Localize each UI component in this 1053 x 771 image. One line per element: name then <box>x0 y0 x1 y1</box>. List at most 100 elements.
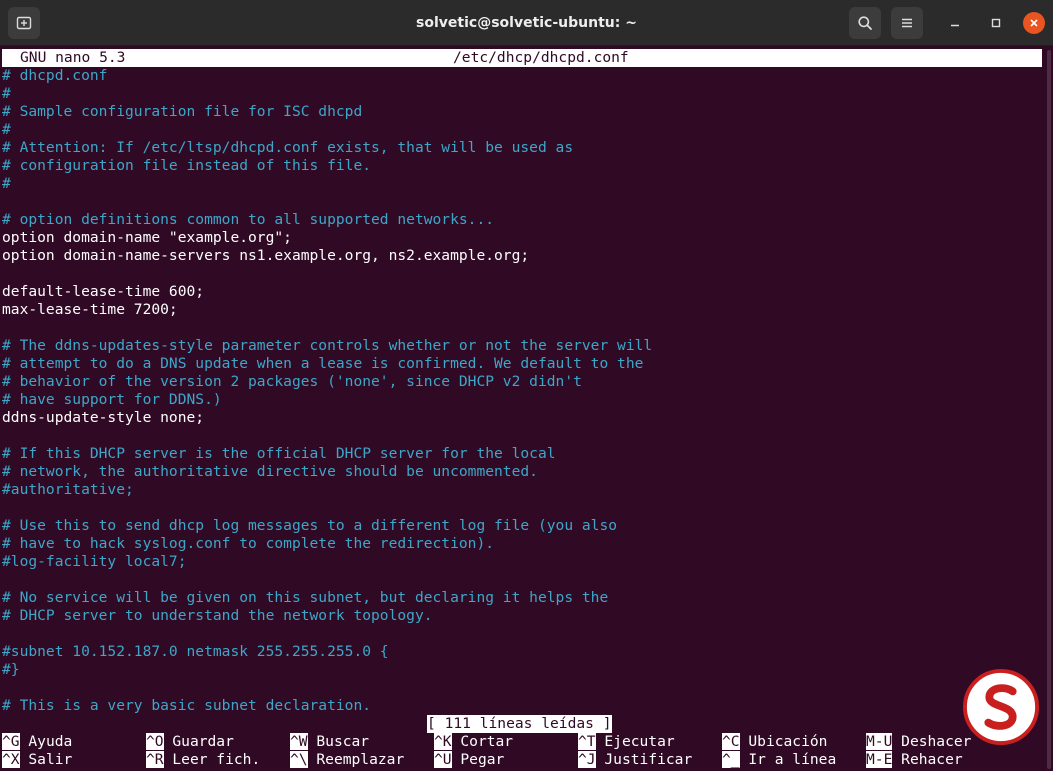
shortcut-item: ^X Salir <box>2 751 72 769</box>
close-icon <box>1030 19 1038 27</box>
shortcut-key: ^R <box>146 751 164 768</box>
editor-line[interactable]: # behavior of the version 2 packages ('n… <box>2 373 1042 391</box>
shortcut-item: ^R Leer fich. <box>146 751 260 769</box>
editor-line[interactable]: max-lease-time 7200; <box>2 301 1042 319</box>
shortcut-label: Cortar <box>460 733 514 750</box>
shortcut-label: Justificar <box>604 751 693 768</box>
editor-line[interactable]: option domain-name "example.org"; <box>2 229 1042 247</box>
editor-line[interactable]: # This is a very basic subnet declaratio… <box>2 697 1042 715</box>
shortcut-key: M-E <box>866 751 893 768</box>
shortcut-label: Ayuda <box>28 733 73 750</box>
shortcut-item: M-E Rehacer <box>866 751 963 769</box>
shortcut-key: ^U <box>434 751 452 768</box>
editor-line[interactable] <box>2 193 1042 211</box>
nano-version: GNU nano 5.3 <box>20 49 126 66</box>
shortcut-key: M-U <box>866 733 893 750</box>
search-button[interactable] <box>849 7 881 39</box>
editor-line[interactable]: # have support for DDNS.) <box>2 391 1042 409</box>
shortcut-key: ^T <box>578 733 596 750</box>
editor-line[interactable] <box>2 319 1042 337</box>
editor-line[interactable] <box>2 571 1042 589</box>
shortcut-bar-row-1: ^G Ayuda ^O Guardar ^W Buscar ^K Cortar ^T E… <box>2 733 1042 751</box>
editor-line[interactable]: # option definitions common to all suppo… <box>2 211 1042 229</box>
shortcut-key: ^\ <box>290 751 308 768</box>
hamburger-menu-icon <box>902 18 912 28</box>
editor-line[interactable]: # No service will be given on this subne… <box>2 589 1042 607</box>
shortcut-item: ^C Ubicación <box>722 733 827 751</box>
shortcut-label: Guardar <box>172 733 234 750</box>
new-tab-icon <box>16 16 32 30</box>
editor-line[interactable]: # Attention: If /etc/ltsp/dhcpd.conf exi… <box>2 139 1042 157</box>
editor-line[interactable]: # dhcpd.conf <box>2 67 1042 85</box>
shortcut-key: ^W <box>290 733 308 750</box>
editor-line[interactable]: # <box>2 121 1042 139</box>
shortcut-item: M-U Deshacer <box>866 733 971 751</box>
shortcut-spacer <box>892 733 901 750</box>
editor-line[interactable]: default-lease-time 600; <box>2 283 1042 301</box>
solvetic-logo-icon <box>962 668 1040 746</box>
shortcut-label: Ir a línea <box>748 751 837 768</box>
editor-line[interactable] <box>2 265 1042 283</box>
editor-line[interactable]: # network, the authoritative directive s… <box>2 463 1042 481</box>
status-message: [ 111 líneas leídas ] <box>427 715 612 733</box>
close-button[interactable] <box>1023 12 1045 34</box>
shortcut-item: ^J Justificar <box>578 751 692 769</box>
editor-line[interactable]: # The ddns-updates-style parameter contr… <box>2 337 1042 355</box>
editor-line[interactable]: #log-facility local7; <box>2 553 1042 571</box>
shortcut-key: ^_ <box>722 751 740 768</box>
shortcut-label: Salir <box>28 751 73 768</box>
minimize-icon <box>951 24 959 27</box>
title-bar: solvetic@solvetic-ubuntu: ~ <box>0 0 1053 46</box>
maximize-button[interactable] <box>985 12 1007 34</box>
shortcut-spacer <box>892 751 901 768</box>
editor-line[interactable] <box>2 427 1042 445</box>
shortcut-label: Buscar <box>316 733 370 750</box>
shortcut-key: ^J <box>578 751 596 768</box>
nano-header-bar: GNU nano 5.3 /etc/dhcp/dhcpd.conf <box>2 49 1042 67</box>
shortcut-label: Rehacer <box>901 751 963 768</box>
shortcut-label: Reemplazar <box>316 751 405 768</box>
shortcut-label: Leer fich. <box>172 751 261 768</box>
menu-button[interactable] <box>891 7 923 39</box>
editor-line[interactable]: #subnet 10.152.187.0 netmask 255.255.255… <box>2 643 1042 661</box>
editor-line[interactable]: # If this DHCP server is the official DH… <box>2 445 1042 463</box>
minimize-button[interactable] <box>944 12 966 34</box>
editor-line[interactable]: # Use this to send dhcp log messages to … <box>2 517 1042 535</box>
editor-line[interactable]: # configuration file instead of this fil… <box>2 157 1042 175</box>
editor-line[interactable]: # Sample configuration file for ISC dhcp… <box>2 103 1042 121</box>
shortcut-label: Ejecutar <box>604 733 675 750</box>
search-icon <box>858 16 872 30</box>
scrollbar[interactable] <box>1045 48 1053 771</box>
editor-line[interactable] <box>2 625 1042 643</box>
editor-line[interactable]: # <box>2 175 1042 193</box>
shortcut-item: ^\ Reemplazar <box>290 751 404 769</box>
editor-line[interactable]: #authoritative; <box>2 481 1042 499</box>
scrollbar-thumb[interactable] <box>1047 50 1051 769</box>
editor-line[interactable]: # DHCP server to understand the network … <box>2 607 1042 625</box>
shortcut-item: ^W Buscar <box>290 733 369 751</box>
maximize-icon <box>991 18 1001 28</box>
shortcut-key: ^O <box>146 733 164 750</box>
shortcut-bar-row-2: ^X Salir ^R Leer fich. ^\ Reemplazar ^U Peg… <box>2 751 1042 769</box>
editor-line[interactable]: #} <box>2 661 1042 679</box>
editor-line[interactable] <box>2 499 1042 517</box>
editor-line[interactable]: # <box>2 85 1042 103</box>
shortcut-key: ^K <box>434 733 452 750</box>
shortcut-item: ^K Cortar <box>434 733 513 751</box>
editor-buffer[interactable]: # dhcpd.conf # # Sample configuration file… <box>2 67 1042 715</box>
file-name: /etc/dhcp/dhcpd.conf <box>453 49 629 66</box>
editor-line[interactable]: option domain-name-servers ns1.example.o… <box>2 247 1042 265</box>
terminal-window: solvetic@solvetic-ubuntu: ~ GNU nano 5.3… <box>0 0 1053 771</box>
editor-line[interactable] <box>2 679 1042 697</box>
terminal-area[interactable]: GNU nano 5.3 /etc/dhcp/dhcpd.conf # dhcp… <box>2 49 1042 769</box>
shortcut-item: ^_ Ir a línea <box>722 751 836 769</box>
editor-line[interactable]: ddns-update-style none; <box>2 409 1042 427</box>
shortcut-label: Pegar <box>460 751 505 768</box>
shortcut-key: ^C <box>722 733 740 750</box>
shortcut-item: ^O Guardar <box>146 733 234 751</box>
shortcut-item: ^T Ejecutar <box>578 733 675 751</box>
new-tab-button[interactable] <box>8 7 40 39</box>
shortcut-label: Ubicación <box>748 733 828 750</box>
editor-line[interactable]: # have to hack syslog.conf to complete t… <box>2 535 1042 553</box>
editor-line[interactable]: # attempt to do a DNS update when a leas… <box>2 355 1042 373</box>
